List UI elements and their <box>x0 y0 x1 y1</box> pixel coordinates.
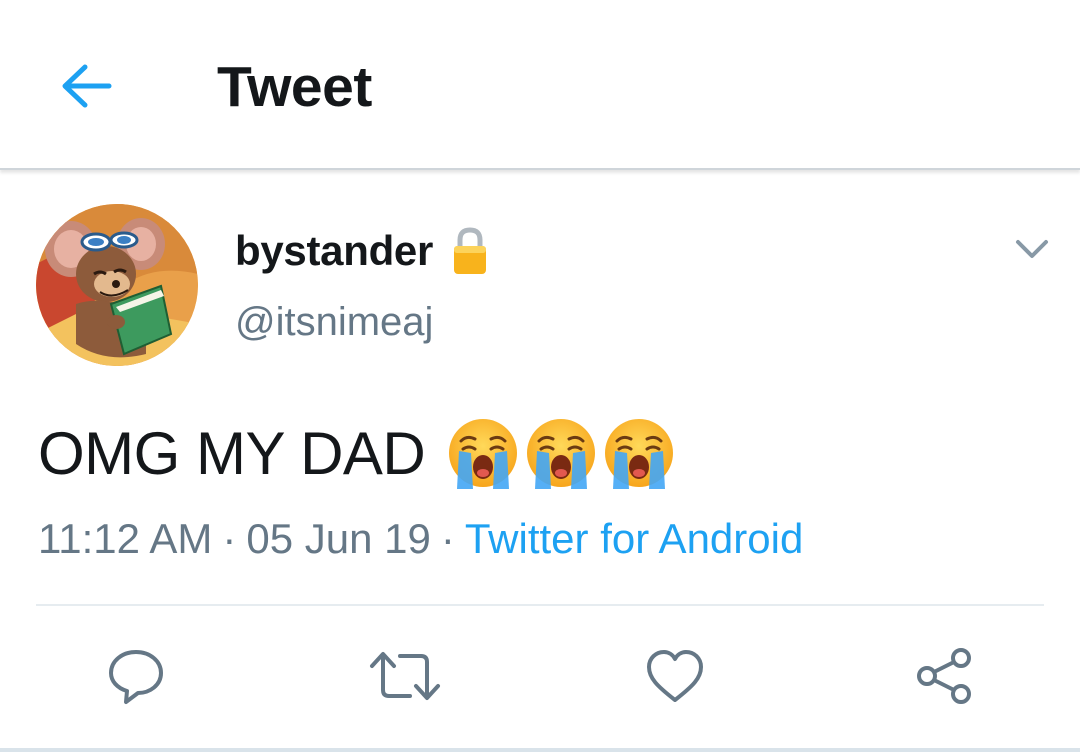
page-title: Tweet <box>217 55 372 119</box>
reply-button[interactable] <box>96 636 176 716</box>
display-name: bystander <box>235 227 434 274</box>
tweet-date: 05 Jun 19 <box>246 515 431 562</box>
divider <box>36 604 1044 606</box>
avatar[interactable] <box>36 204 198 366</box>
share-icon <box>917 648 971 704</box>
avatar-cartoon-mouse-icon <box>36 204 198 366</box>
tweet-text: OMG MY DAD <box>38 415 679 491</box>
tweet-card: bystander @itsnimeaj OMG MY DAD 11:12 AM… <box>0 170 1080 752</box>
emoji-group <box>445 415 679 491</box>
back-button[interactable] <box>46 46 126 126</box>
reply-icon <box>109 650 163 704</box>
tweet-text-content: OMG MY DAD <box>38 419 426 487</box>
share-button[interactable] <box>904 636 984 716</box>
top-app-bar: Tweet <box>0 0 1080 170</box>
tweet-detail-screen: Tweet bystander @itsnimeaj OMG MY DAD 11… <box>0 0 1080 752</box>
loudly-crying-face-emoji <box>527 419 596 489</box>
tweet-options-button[interactable] <box>1002 224 1062 274</box>
retweet-button[interactable] <box>365 636 445 716</box>
tweet-source-link[interactable]: Twitter for Android <box>465 515 803 562</box>
separator: · <box>222 515 237 562</box>
tweet-time: 11:12 AM <box>38 515 213 562</box>
separator: · <box>440 515 455 562</box>
arrow-left-icon <box>62 64 112 108</box>
like-button[interactable] <box>635 636 715 716</box>
loudly-crying-face-emoji <box>605 419 674 489</box>
author-name-row[interactable]: bystander <box>235 226 489 276</box>
lock-icon <box>454 227 487 274</box>
divider <box>0 748 1080 752</box>
tweet-actions-bar <box>0 636 1080 716</box>
author-handle[interactable]: @itsnimeaj <box>235 300 433 345</box>
tweet-metadata: 11:12 AM · 05 Jun 19 · Twitter for Android <box>38 515 803 563</box>
loudly-crying-face-emoji <box>449 419 518 489</box>
retweet-icon <box>370 652 440 700</box>
chevron-down-icon <box>1016 240 1048 258</box>
heart-icon <box>647 650 703 702</box>
